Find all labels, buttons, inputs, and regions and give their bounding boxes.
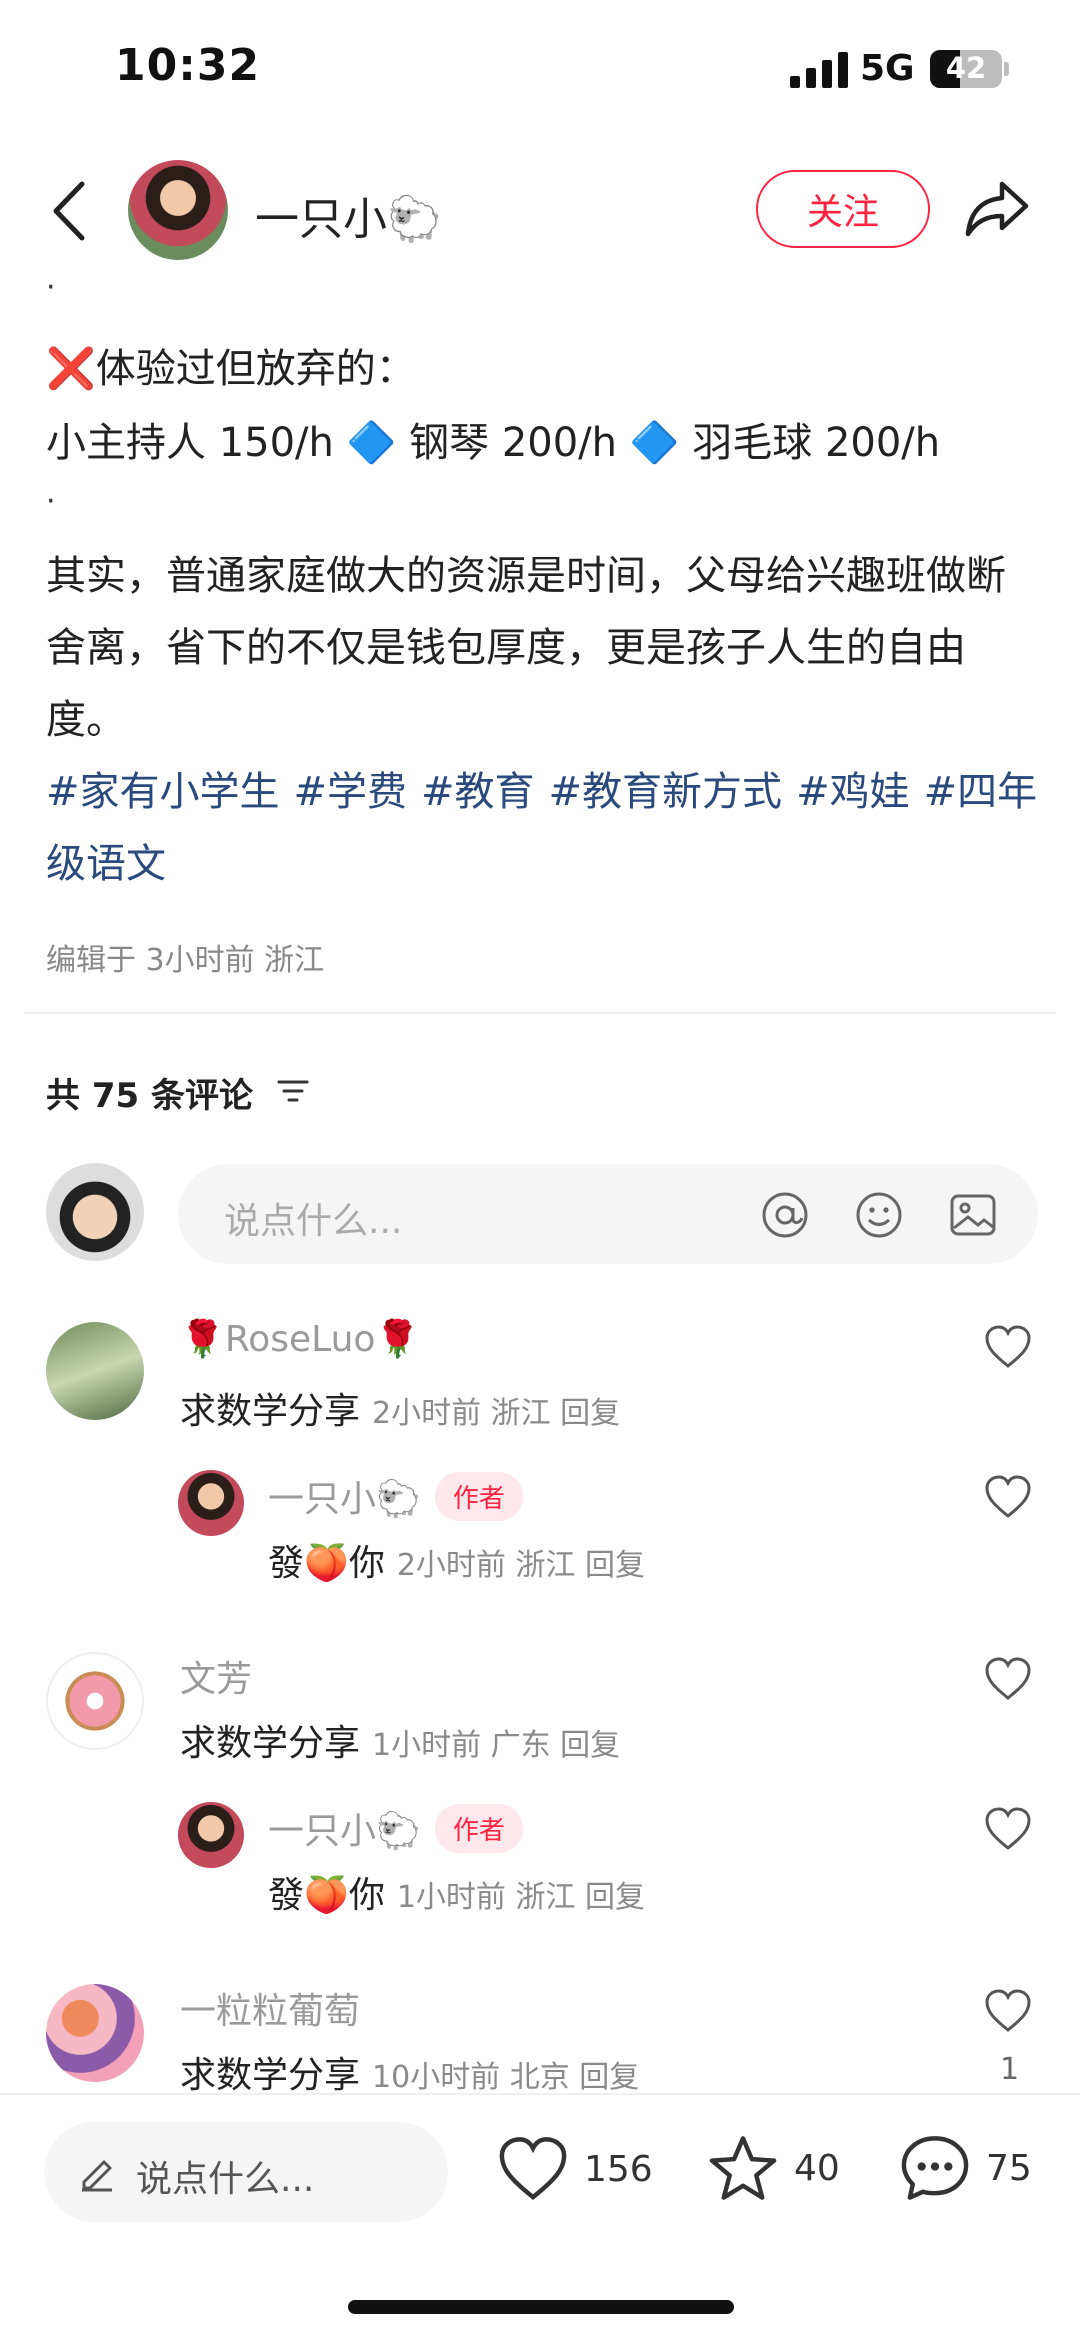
comment-count-bottom: 75 <box>986 2147 1032 2189</box>
comment-input-placeholder: 说点什么... <box>224 1201 403 1242</box>
comment-meta[interactable]: 2小时前 浙江 回复 <box>372 1396 620 1431</box>
edit-meta: 编辑于 3小时前 浙江 <box>46 943 325 978</box>
pencil-icon <box>82 2160 112 2192</box>
comment-count: 共 75 条评论 <box>46 1076 253 1116</box>
commenter-name[interactable]: 一粒粒葡萄 <box>180 1982 360 2034</box>
comment-text: 求数学分享 <box>180 1723 361 1764</box>
comment-text: 求数学分享 <box>180 2055 361 2096</box>
hashtag[interactable]: #鸡娃 <box>796 769 910 815</box>
star-count: 40 <box>794 2147 840 2189</box>
reply-name[interactable]: 一只小🐑 <box>268 1470 421 1522</box>
reply-body: 發🍑你 2小时前 浙江 回复 <box>268 1534 645 1586</box>
home-indicator[interactable] <box>348 2300 734 2314</box>
heart-icon[interactable] <box>983 1324 1033 1370</box>
bottom-divider <box>0 2093 1080 2095</box>
heart-icon[interactable] <box>983 1988 1033 2034</box>
heart-icon[interactable] <box>983 1806 1033 1852</box>
comment-text: 求数学分享 <box>180 1391 361 1432</box>
back-icon[interactable] <box>44 178 94 244</box>
reply-header: 一只小🐑 作者 <box>268 1802 523 1854</box>
comment-body: 求数学分享 1小时前 广东 回复 <box>180 1714 620 1766</box>
bottom-input-placeholder: 说点什么... <box>136 2159 315 2200</box>
heart-icon[interactable] <box>983 1656 1033 1702</box>
author-badge: 作者 <box>434 1803 523 1853</box>
star-icon <box>709 2136 777 2200</box>
my-avatar <box>46 1163 144 1261</box>
post-paragraph: 其实，普通家庭做大的资源是时间，父母给兴趣班做断舍离，省下的不仅是钱包厚度，更是… <box>46 553 1006 743</box>
commenter-avatar[interactable] <box>46 1322 144 1420</box>
author-avatar[interactable] <box>128 160 228 260</box>
signal-icon <box>790 52 848 88</box>
hashtag[interactable]: #家有小学生 <box>46 769 280 815</box>
hashtag[interactable]: #教育新方式 <box>549 769 783 815</box>
gave-up-title: ❌体验过但放弃的： <box>46 346 416 392</box>
commenter-avatar[interactable] <box>46 1652 144 1750</box>
status-time: 10:32 <box>115 40 261 91</box>
reply-avatar[interactable] <box>178 1802 244 1868</box>
divider <box>24 1012 1056 1014</box>
reply-avatar[interactable] <box>178 1470 244 1536</box>
author-name[interactable]: 一只小🐑 <box>255 183 442 247</box>
reply-meta[interactable]: 1小时前 浙江 回复 <box>397 1880 645 1915</box>
commenter-name[interactable]: 文芳 <box>180 1650 252 1702</box>
like-button[interactable]: 156 <box>496 2134 653 2204</box>
battery-icon: 42 <box>930 50 1002 88</box>
image-icon[interactable] <box>948 1190 998 1240</box>
commenter-avatar[interactable] <box>46 1984 144 2082</box>
gave-up-items: 小主持人 150/h 🔷 钢琴 200/h 🔷 羽毛球 200/h <box>46 420 941 466</box>
comment-input[interactable]: 说点什么... <box>178 1164 1038 1264</box>
author-badge: 作者 <box>434 1471 523 1521</box>
comment-like-count: 1 <box>1000 2052 1020 2087</box>
comment-meta[interactable]: 10小时前 北京 回复 <box>372 2060 639 2095</box>
comment-meta[interactable]: 1小时前 广东 回复 <box>372 1728 620 1763</box>
at-icon[interactable] <box>760 1190 810 1240</box>
share-icon[interactable] <box>962 178 1032 240</box>
comment-button[interactable]: 75 <box>898 2132 1032 2204</box>
tag-list: #家有小学生 #学费 #教育 #教育新方式 #鸡娃 #四年级语文 <box>46 756 1046 900</box>
battery-level: 42 <box>945 51 987 85</box>
separator-dot: · <box>46 484 56 519</box>
reply-header: 一只小🐑 作者 <box>268 1470 523 1522</box>
bottom-comment-input[interactable]: 说点什么... <box>44 2122 448 2222</box>
star-button[interactable]: 40 <box>706 2132 840 2204</box>
separator-dot: · <box>46 270 56 305</box>
comment-body: 求数学分享 2小时前 浙江 回复 <box>180 1382 620 1434</box>
hashtag[interactable]: #教育 <box>421 769 535 815</box>
sort-icon[interactable] <box>276 1077 310 1105</box>
comment-body: 求数学分享 10小时前 北京 回复 <box>180 2046 639 2098</box>
like-count: 156 <box>584 2148 653 2190</box>
reply-text: 發🍑你 <box>268 1875 385 1916</box>
hashtag[interactable]: #学费 <box>294 769 408 815</box>
heart-icon[interactable] <box>983 1474 1033 1520</box>
emoji-icon[interactable] <box>854 1190 904 1240</box>
reply-name[interactable]: 一只小🐑 <box>268 1802 421 1854</box>
heart-icon <box>499 2137 567 2200</box>
comment-icon <box>901 2136 969 2200</box>
commenter-name[interactable]: 🌹RoseLuo🌹 <box>180 1318 420 1360</box>
battery-tip <box>1004 62 1009 76</box>
reply-body: 發🍑你 1小时前 浙江 回复 <box>268 1866 645 1918</box>
reply-meta[interactable]: 2小时前 浙江 回复 <box>397 1548 645 1583</box>
follow-button[interactable]: 关注 <box>756 170 930 248</box>
reply-text: 發🍑你 <box>268 1543 385 1584</box>
network-label: 5G <box>860 48 915 89</box>
